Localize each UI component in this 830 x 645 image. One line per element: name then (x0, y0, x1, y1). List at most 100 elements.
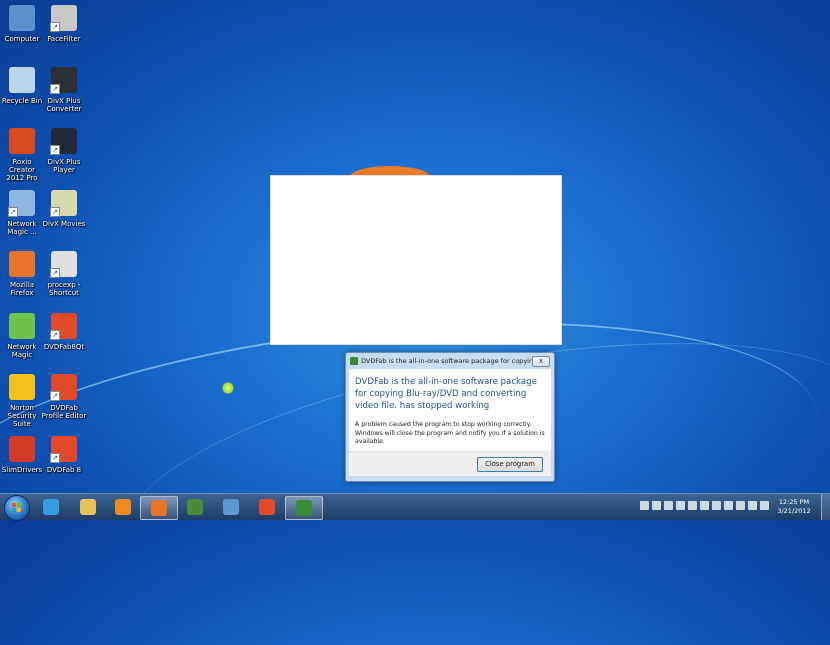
wallpaper-spark (222, 382, 234, 394)
network-magic-house-icon (9, 312, 35, 339)
desktop-icon[interactable]: ↗ DVDFab8Qt (41, 312, 87, 351)
desktop-icon-label: SlimDrivers (1, 465, 43, 474)
desktop-icon[interactable]: ↗ DivX Plus Player (41, 128, 87, 174)
desktop-icon[interactable]: Recycle Bin (0, 66, 45, 105)
taskbar-button[interactable] (249, 496, 285, 518)
dialog-title: DVDFab is the all-in-one software packag… (361, 357, 532, 365)
tray-icon[interactable] (688, 501, 697, 510)
error-dialog: DVDFab is the all-in-one software packag… (345, 352, 555, 482)
taskbar-button[interactable] (33, 496, 69, 518)
slimdrivers-icon (9, 435, 35, 462)
windows-logo-icon (12, 503, 22, 513)
desktop-icon-label: Norton Security Suite (7, 404, 37, 428)
desktop-icon-label: Network Magic ... (7, 219, 37, 236)
start-button[interactable] (4, 495, 30, 521)
desktop-icon-label: Network Magic (7, 342, 37, 359)
desktop-icon[interactable]: Norton Security Suite (0, 374, 45, 428)
system-tray (640, 501, 769, 510)
taskbar-button[interactable] (70, 496, 106, 518)
media-player-icon (115, 499, 131, 515)
dvdfab-taskbar-icon (259, 499, 275, 515)
dvdfab-profile-icon: ↗ (50, 374, 77, 401)
remote-desktop-taskbar-icon (223, 499, 239, 515)
dialog-footer: Close program (349, 451, 551, 476)
desktop-icon[interactable]: ↗ FaceFilter (41, 5, 87, 43)
shortcut-arrow-icon: ↗ (50, 268, 60, 278)
dvdfab8-icon: ↗ (50, 435, 77, 463)
clock-time: 12:25 PM (778, 498, 810, 506)
taskbar-button[interactable] (213, 496, 249, 518)
dvdfab-app-taskbar-icon (296, 500, 312, 516)
desktop-icon[interactable]: ↗ Network Magic ... (0, 189, 45, 236)
dialog-titlebar: DVDFab is the all-in-one software packag… (346, 353, 554, 369)
desktop-icon[interactable]: ↗ DivX Movies (41, 189, 87, 228)
clock-date: 3/21/2012 (777, 507, 811, 515)
network-magic-icon: ↗ (8, 189, 35, 217)
shortcut-arrow-icon: ↗ (50, 83, 60, 94)
tray-icon[interactable] (724, 501, 733, 510)
desktop-icon-label: DivX Movies (42, 219, 86, 228)
desktop-icon[interactable]: ↗ DVDFab Profile Editor (41, 374, 87, 420)
shortcut-arrow-icon: ↗ (8, 206, 18, 217)
tray-icon[interactable] (640, 501, 649, 510)
shortcut-arrow-icon: ↗ (50, 391, 60, 401)
computer-icon (9, 5, 35, 31)
shortcut-arrow-icon: ↗ (50, 452, 60, 463)
desktop-icon-label: DVDFab 8 (46, 465, 82, 474)
blank-app-window[interactable] (270, 175, 562, 345)
close-program-button[interactable]: Close program (477, 457, 543, 472)
divx-movies-icon: ↗ (50, 189, 77, 217)
network-taskbar-icon (187, 499, 203, 515)
dialog-detail-message: A problem caused the program to stop wor… (355, 421, 545, 445)
desktop-icon-label: FaceFilter (47, 35, 81, 43)
tray-icon[interactable] (712, 501, 721, 510)
windows-explorer-icon (80, 499, 96, 515)
shortcut-arrow-icon: ↗ (50, 206, 60, 217)
dvdfab-app-icon (350, 357, 358, 365)
internet-explorer-icon (43, 499, 59, 515)
firefox-icon (9, 251, 35, 277)
tray-icon[interactable] (664, 501, 673, 510)
tray-icon[interactable] (736, 501, 745, 510)
show-desktop-button[interactable] (821, 494, 830, 520)
desktop-icon-label: DVDFab Profile Editor (41, 404, 87, 420)
taskbar: 12:25 PM 3/21/2012 (0, 493, 830, 521)
desktop-icon[interactable]: ↗ DVDFab 8 (41, 435, 87, 474)
desktop-icon[interactable]: Roxio Creator 2012 Pro (0, 128, 45, 182)
taskbar-button[interactable] (105, 496, 141, 518)
facefilter-icon: ↗ (50, 5, 77, 32)
desktop-icon-label: Recycle Bin (1, 96, 43, 105)
taskbar-clock[interactable]: 12:25 PM 3/21/2012 (772, 498, 816, 516)
dialog-close-button[interactable]: x (532, 355, 550, 367)
desktop-icon[interactable]: SlimDrivers (0, 435, 45, 474)
taskbar-button[interactable] (177, 496, 213, 518)
firefox-taskbar-icon (151, 500, 167, 516)
dvdfab-icon: ↗ (50, 312, 77, 340)
taskbar-button[interactable] (140, 496, 178, 520)
desktop-icon-label: DVDFab8Qt (43, 342, 85, 351)
desktop-icon[interactable]: ↗ procexp - Shortcut (41, 251, 87, 297)
dialog-body: DVDFab is the all-in-one software packag… (349, 369, 551, 476)
divx-converter-icon: ↗ (50, 66, 77, 94)
taskbar-button[interactable] (285, 496, 323, 520)
desktop-icon[interactable]: ↗ DivX Plus Converter (41, 66, 87, 113)
norton-icon (9, 374, 35, 400)
desktop-icon[interactable]: Mozilla Firefox (0, 251, 45, 297)
desktop-icon-label: Roxio Creator 2012 Pro (6, 158, 38, 182)
procexp-icon: ↗ (50, 251, 77, 278)
desktop-icon[interactable]: Network Magic (0, 312, 45, 359)
tray-icon[interactable] (700, 501, 709, 510)
recycle-bin-icon (9, 66, 35, 93)
tray-icon[interactable] (760, 501, 769, 510)
tray-icon[interactable] (748, 501, 757, 510)
desktop-icon-label: DivX Plus Converter (46, 96, 82, 113)
desktop-icon-label: DivX Plus Player (47, 158, 81, 174)
dialog-main-message: DVDFab is the all-in-one software packag… (355, 377, 537, 411)
shortcut-arrow-icon: ↗ (50, 329, 60, 340)
divx-player-icon: ↗ (50, 128, 77, 155)
tray-icon[interactable] (652, 501, 661, 510)
desktop-icon[interactable]: Computer (0, 5, 45, 43)
tray-icon[interactable] (676, 501, 685, 510)
desktop-icon-label: Computer (4, 35, 40, 43)
shortcut-arrow-icon: ↗ (50, 22, 60, 32)
